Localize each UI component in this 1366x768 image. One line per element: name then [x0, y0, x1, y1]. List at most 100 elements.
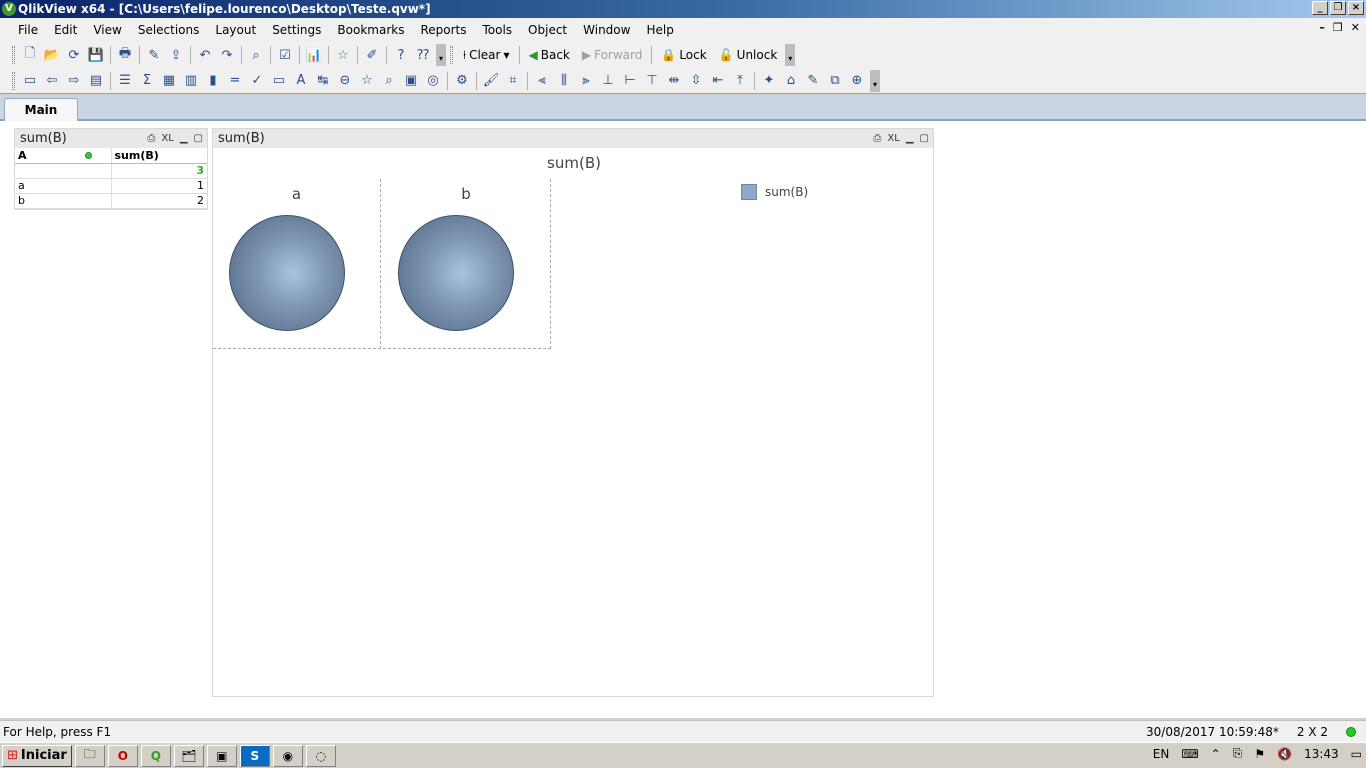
terminal-taskbar-icon[interactable]: ▣: [206, 744, 237, 767]
menu-reports[interactable]: Reports: [412, 18, 474, 42]
table-box-icon[interactable]: ▦: [160, 72, 178, 90]
restore-window-button[interactable]: ❐: [1330, 1, 1346, 15]
qlikview-taskbar-icon[interactable]: Q: [140, 744, 171, 767]
start-button[interactable]: ⊞ Iniciar: [2, 744, 72, 767]
align-bottom-icon[interactable]: ⊥: [599, 72, 617, 90]
file-explorer-taskbar-icon[interactable]: 🗀: [74, 744, 105, 767]
close-window-button[interactable]: ×: [1348, 1, 1364, 15]
pie-slice[interactable]: [398, 215, 514, 331]
doc-restore-button[interactable]: ❐: [1333, 21, 1343, 34]
align-top-icon[interactable]: ⊤: [643, 72, 661, 90]
input-box-icon[interactable]: =: [226, 72, 244, 90]
text-object-icon[interactable]: A: [292, 72, 310, 90]
chart-box-caption[interactable]: sum(B) ⎙ XL ▁ ▢: [213, 129, 933, 148]
menu-selections[interactable]: Selections: [130, 18, 208, 42]
column-header-a[interactable]: A: [15, 148, 112, 164]
custom-object-icon[interactable]: ◎: [424, 72, 442, 90]
current-selections-icon[interactable]: ✓: [248, 72, 266, 90]
undo-icon[interactable]: ↶: [196, 46, 214, 64]
device-icon[interactable]: ⎘: [1233, 746, 1243, 761]
search-object-icon[interactable]: ⌕: [380, 72, 398, 90]
volume-muted-icon[interactable]: 🔇: [1277, 747, 1292, 761]
adjust-top-icon[interactable]: ⤒: [731, 72, 749, 90]
format-painter-icon[interactable]: 🖌: [482, 72, 500, 90]
bookmark-object-icon[interactable]: ☆: [358, 72, 376, 90]
toolbar-overflow-icon[interactable]: ▾: [436, 44, 446, 66]
menu-file[interactable]: File: [10, 18, 46, 42]
pie-slice[interactable]: [229, 215, 345, 331]
minimize-icon[interactable]: ▁: [906, 129, 914, 148]
server-objects-icon[interactable]: ⚙: [453, 72, 471, 90]
maximize-icon[interactable]: ▢: [920, 129, 929, 148]
align-middle-icon[interactable]: ⊢: [621, 72, 639, 90]
tab-main[interactable]: Main: [4, 98, 78, 121]
show-hidden-icons-icon[interactable]: ⌃: [1211, 747, 1221, 761]
forward-button[interactable]: ▶ Forward: [576, 45, 649, 65]
expression-overview-icon[interactable]: ⊕: [848, 72, 866, 90]
new-icon[interactable]: 🗋: [21, 46, 39, 64]
row-a-cell[interactable]: b: [15, 193, 112, 209]
toolbar-grip[interactable]: [12, 46, 15, 64]
chrome-taskbar-icon[interactable]: ◉: [272, 744, 303, 767]
edit-icon[interactable]: ✐: [363, 46, 381, 64]
menu-window[interactable]: Window: [575, 18, 638, 42]
menu-view[interactable]: View: [85, 18, 129, 42]
demote-sheet-icon[interactable]: ⇨: [65, 72, 83, 90]
space-vertical-icon[interactable]: ⇳: [687, 72, 705, 90]
column-header-sumb[interactable]: sum(B): [111, 148, 207, 164]
promote-sheet-icon[interactable]: ⇦: [43, 72, 61, 90]
skype-taskbar-icon[interactable]: S: [239, 744, 270, 767]
container-icon[interactable]: ▣: [402, 72, 420, 90]
reload-icon[interactable]: ⟳: [65, 46, 83, 64]
table-box[interactable]: sum(B) ⎙ XL ▁ ▢ A sum(B) 3 a 1 b 2: [14, 128, 208, 210]
show-desktop-icon[interactable]: ▭: [1351, 747, 1362, 761]
align-center-icon[interactable]: ⫼: [555, 72, 573, 90]
excel-icon[interactable]: XL: [161, 129, 173, 148]
space-horizontal-icon[interactable]: ⇹: [665, 72, 683, 90]
chart-object-icon[interactable]: ▮: [204, 72, 222, 90]
minimize-window-button[interactable]: _: [1312, 1, 1328, 15]
reload-data-icon[interactable]: ⇪: [167, 46, 185, 64]
table-box-caption[interactable]: sum(B) ⎙ XL ▁ ▢: [15, 129, 207, 148]
keyboard-icon[interactable]: ⌨: [1181, 747, 1198, 761]
slider-icon[interactable]: ⊖: [336, 72, 354, 90]
print-icon[interactable]: 🖶: [116, 46, 134, 64]
properties-icon[interactable]: ✦: [760, 72, 778, 90]
doc-close-button[interactable]: ✕: [1351, 21, 1360, 34]
align-right-icon[interactable]: ⫸: [577, 72, 595, 90]
table-row[interactable]: b 2: [15, 193, 207, 209]
maximize-icon[interactable]: ▢: [194, 129, 203, 148]
sheet-properties-icon[interactable]: ▤: [87, 72, 105, 90]
clock[interactable]: 13:43: [1304, 747, 1339, 761]
search-icon[interactable]: [84, 152, 92, 160]
button-object-icon[interactable]: ▭: [270, 72, 288, 90]
save-icon[interactable]: 💾: [87, 46, 105, 64]
menu-tools[interactable]: Tools: [474, 18, 520, 42]
adjust-left-icon[interactable]: ⇤: [709, 72, 727, 90]
toolbar-overflow-icon[interactable]: ▾: [870, 69, 880, 92]
search-icon[interactable]: ⌕: [247, 46, 265, 64]
bookmark-star-icon[interactable]: ☆: [334, 46, 352, 64]
document-properties-icon[interactable]: ⌂: [782, 72, 800, 90]
menu-object[interactable]: Object: [520, 18, 575, 42]
menu-bookmarks[interactable]: Bookmarks: [329, 18, 412, 42]
listbox-icon[interactable]: ☰: [116, 72, 134, 90]
new-sheet-icon[interactable]: ▭: [21, 72, 39, 90]
multibox-icon[interactable]: ▥: [182, 72, 200, 90]
edit-module-icon[interactable]: ✎: [804, 72, 822, 90]
open-icon[interactable]: 📂: [43, 46, 61, 64]
print-icon[interactable]: ⎙: [147, 129, 155, 148]
align-left-icon[interactable]: ⫷: [533, 72, 551, 90]
folder-taskbar-icon[interactable]: 🗂: [173, 744, 204, 767]
select-icon[interactable]: ⌗: [504, 72, 522, 90]
unlock-button[interactable]: 🔓 Unlock: [713, 45, 784, 65]
excel-icon[interactable]: XL: [887, 129, 899, 148]
minimize-icon[interactable]: ▁: [180, 129, 188, 148]
edit-script-icon[interactable]: ✎: [145, 46, 163, 64]
help-icon[interactable]: ?: [392, 46, 410, 64]
menu-help[interactable]: Help: [638, 18, 681, 42]
redo-icon[interactable]: ↷: [218, 46, 236, 64]
language-indicator[interactable]: EN: [1153, 747, 1170, 761]
checkbox-icon[interactable]: ☑: [276, 46, 294, 64]
menu-layout[interactable]: Layout: [207, 18, 264, 42]
